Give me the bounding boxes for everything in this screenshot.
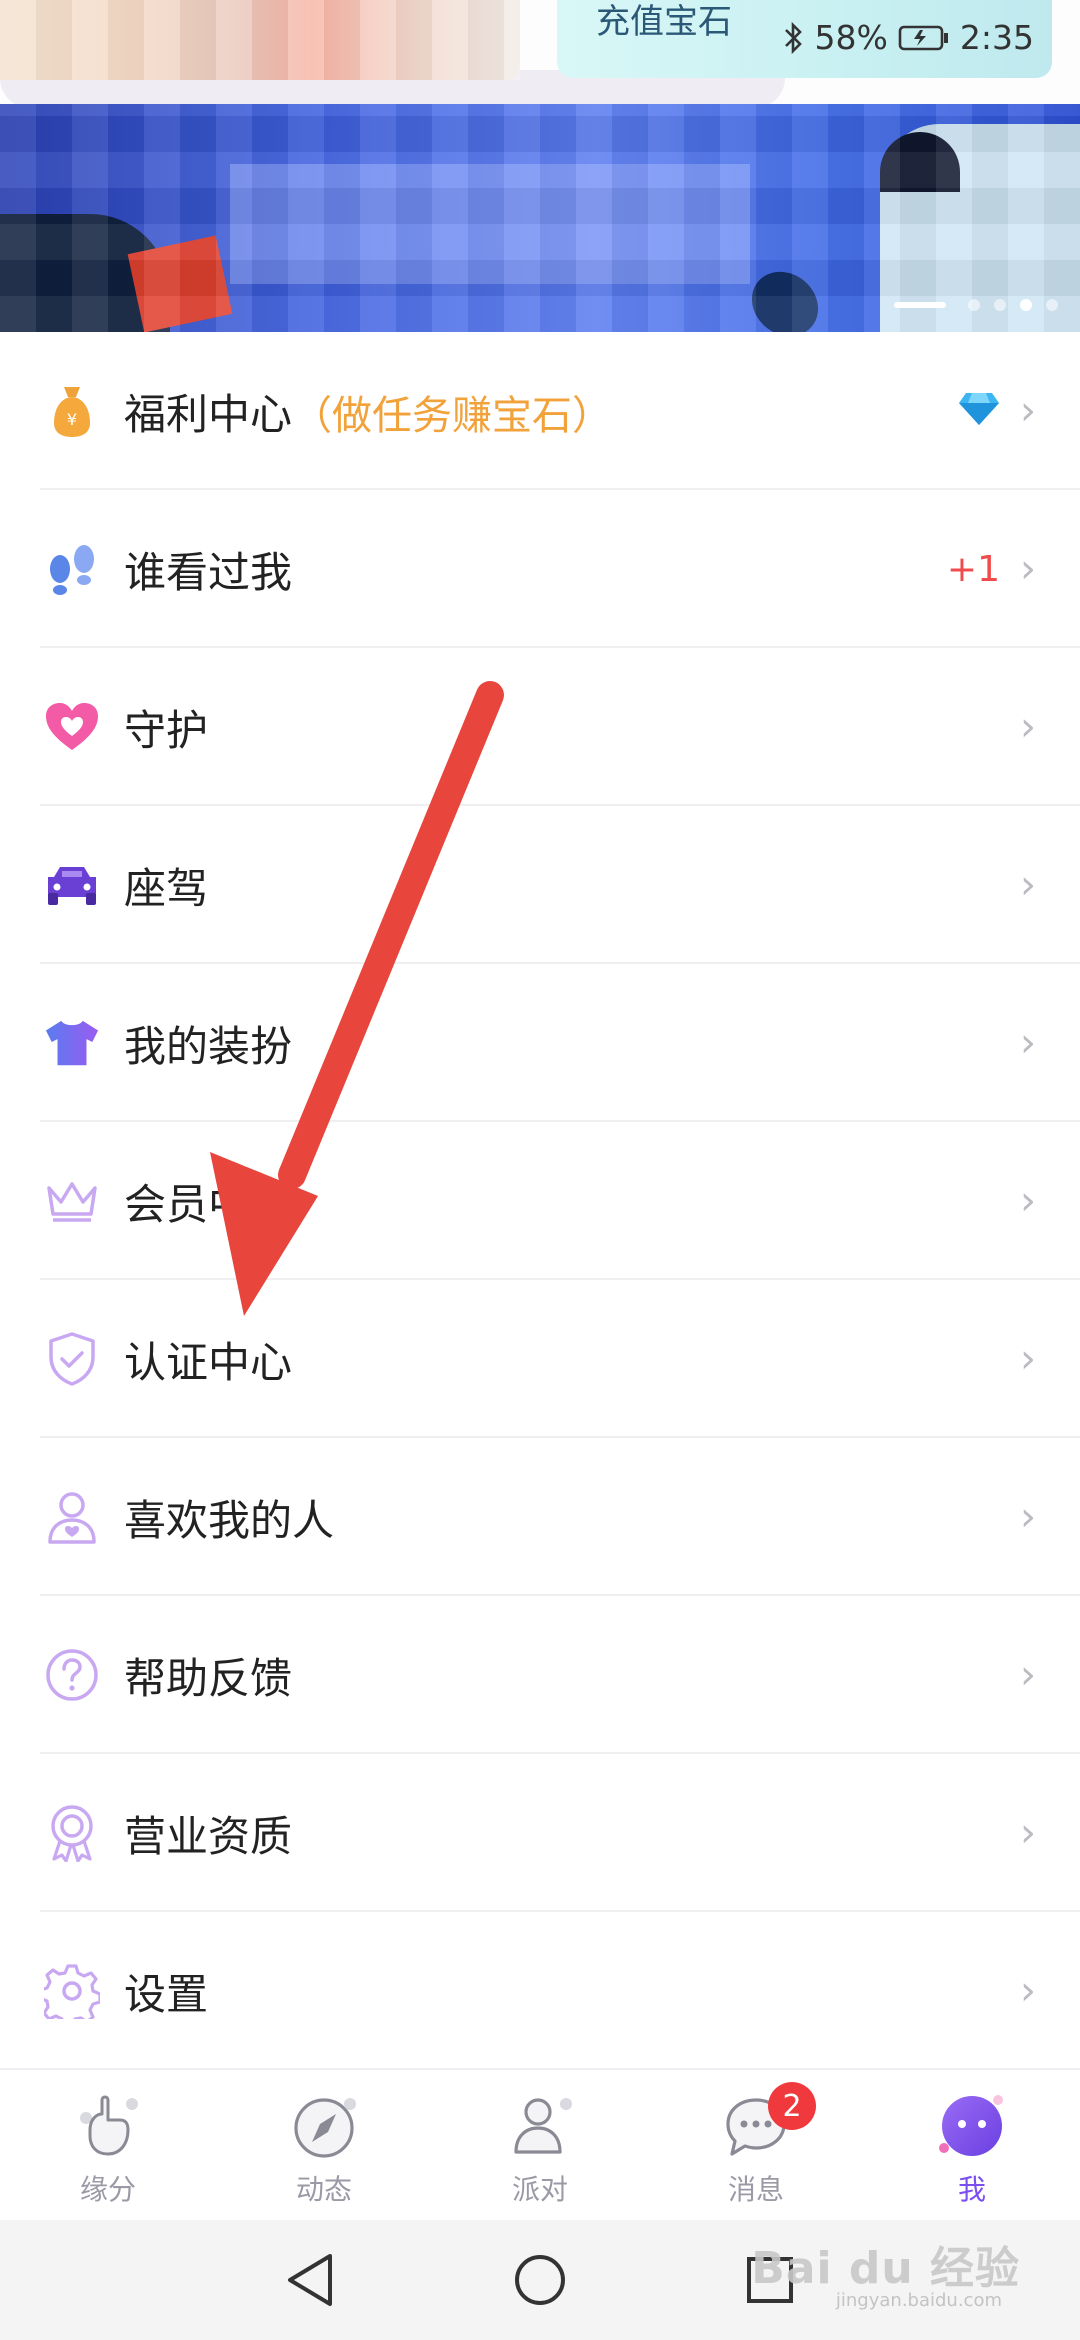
menu-item-label: 帮助反馈: [124, 1653, 293, 1703]
tab-label: 消息: [727, 2173, 784, 2206]
chevron-right-icon: ›: [1020, 862, 1036, 908]
battery-icon: [898, 24, 950, 52]
row-right: ›: [1020, 1968, 1036, 2014]
menu-item-label: 会员中心: [124, 1179, 293, 1229]
system-navigation-bar: Bai du 经验 jingyan.baidu.com: [0, 2220, 1080, 2340]
row-right: ›: [1020, 862, 1036, 908]
money-bag-icon: ¥: [44, 383, 100, 439]
menu-item-people-who-like-me[interactable]: 喜欢我的人 ›: [0, 1438, 1080, 1596]
menu-item-visitors[interactable]: 谁看过我 +1 ›: [0, 490, 1080, 648]
menu-item-label: 营业资质: [124, 1811, 293, 1861]
welfare-label: 福利中心: [124, 389, 293, 439]
chevron-right-icon: ›: [1020, 1494, 1036, 1540]
chevron-right-icon: ›: [1020, 388, 1036, 434]
menu-item-label: 谁看过我: [124, 547, 293, 597]
menu-item-settings[interactable]: 设置 ›: [0, 1912, 1080, 2070]
footprints-icon: [44, 541, 100, 597]
row-right: ›: [1020, 1652, 1036, 1698]
baidu-watermark: Bai du 经验: [751, 2243, 1020, 2294]
compass-icon: [288, 2090, 360, 2162]
pager-dot-active: [1020, 299, 1032, 311]
tab-fate[interactable]: 缘分: [0, 2070, 216, 2220]
car-icon: [44, 857, 100, 913]
tab-label: 我: [957, 2173, 986, 2206]
chevron-right-icon: ›: [1020, 1020, 1036, 1066]
award-icon: [44, 1805, 100, 1862]
menu-item-label: 认证中心: [124, 1337, 293, 1387]
back-icon[interactable]: [280, 2250, 340, 2310]
shield-check-icon: [44, 1331, 100, 1387]
tab-label: 动态: [295, 2173, 352, 2206]
diamond-icon: [958, 391, 1000, 431]
chevron-right-icon: ›: [1020, 546, 1036, 592]
chevron-right-icon: ›: [1020, 1178, 1036, 1224]
bottom-tab-bar: 缘分 动态 派对 2 消息 我: [0, 2068, 1080, 2220]
pager-dot: [1046, 299, 1058, 311]
menu-item-label: 喜欢我的人: [124, 1495, 335, 1545]
tab-moments[interactable]: 动态: [216, 2070, 432, 2220]
row-right: ›: [1020, 1020, 1036, 1066]
chevron-right-icon: ›: [1020, 1968, 1036, 2014]
tab-label: 派对: [511, 2173, 568, 2206]
chevron-right-icon: ›: [1020, 1810, 1036, 1856]
menu-item-label: 设置: [124, 1969, 209, 2019]
hand-icon: [72, 2090, 144, 2162]
battery-percent: 58%: [814, 18, 888, 57]
menu-item-label: 我的装扮: [124, 1021, 293, 1071]
person-heart-icon: [44, 1489, 100, 1545]
menu-item-welfare-center[interactable]: ¥ 福利中心（做任务赚宝石） ›: [0, 332, 1080, 490]
row-right: ›: [1020, 704, 1036, 750]
home-icon[interactable]: [510, 2250, 570, 2310]
row-right: +1 ›: [947, 546, 1036, 592]
pager-dot: [968, 299, 980, 311]
menu-item-business-qualification[interactable]: 营业资质 ›: [0, 1754, 1080, 1912]
menu-item-my-outfit[interactable]: 我的装扮 ›: [0, 964, 1080, 1122]
tab-messages[interactable]: 2 消息: [648, 2070, 864, 2220]
row-right: ›: [958, 388, 1036, 434]
menu-item-vip-center[interactable]: 会员中心 ›: [0, 1122, 1080, 1280]
unread-badge: 2: [768, 2082, 816, 2130]
menu-item-label: 座驾: [124, 863, 209, 913]
menu-item-label: 守护: [124, 705, 209, 755]
menu-item-vehicle[interactable]: 座驾 ›: [0, 806, 1080, 964]
row-right: ›: [1020, 1494, 1036, 1540]
row-right: ›: [1020, 1336, 1036, 1382]
promo-banner[interactable]: [0, 104, 1080, 332]
banner-pixelation: [0, 104, 1080, 332]
welfare-subtitle: （做任务赚宝石）: [292, 392, 613, 439]
row-right: ›: [1020, 1810, 1036, 1856]
baidu-watermark-url: jingyan.baidu.com: [835, 2290, 1002, 2311]
new-visitors-count: +1: [946, 548, 1000, 590]
banner-pager: [894, 299, 1058, 311]
chevron-right-icon: ›: [1020, 1652, 1036, 1698]
tab-label: 缘分: [79, 2173, 136, 2206]
bluetooth-icon: [783, 21, 805, 55]
profile-card-blurred[interactable]: [0, 0, 520, 80]
question-icon: [44, 1647, 100, 1703]
top-strip: 充值宝石 58% 2:35: [0, 0, 1080, 108]
shirt-icon: [44, 1015, 100, 1071]
row-right: ›: [1020, 1178, 1036, 1224]
tab-me[interactable]: 我: [864, 2070, 1080, 2220]
settings-menu: ¥ 福利中心（做任务赚宝石） › 谁看过我 +1 › 守护 › 座驾 › 我的装…: [0, 332, 1080, 2070]
me-icon: [936, 2090, 1008, 2162]
crown-icon: [44, 1173, 100, 1229]
recharge-label[interactable]: 充值宝石: [596, 0, 732, 43]
chevron-right-icon: ›: [1020, 1336, 1036, 1382]
menu-item-help-feedback[interactable]: 帮助反馈 ›: [0, 1596, 1080, 1754]
clock: 2:35: [959, 18, 1034, 57]
people-icon: [504, 2090, 576, 2162]
menu-item-label: 福利中心（做任务赚宝石）: [124, 381, 612, 442]
menu-item-guard[interactable]: 守护 ›: [0, 648, 1080, 806]
svg-text:¥: ¥: [67, 410, 77, 429]
status-bar: 58% 2:35: [783, 18, 1034, 57]
chevron-right-icon: ›: [1020, 704, 1036, 750]
menu-item-verification-center[interactable]: 认证中心 ›: [0, 1280, 1080, 1438]
pager-line: [894, 302, 946, 308]
gear-icon: [44, 1963, 100, 2019]
pager-dot: [994, 299, 1006, 311]
tab-party[interactable]: 派对: [432, 2070, 648, 2220]
heart-icon: [44, 699, 100, 755]
